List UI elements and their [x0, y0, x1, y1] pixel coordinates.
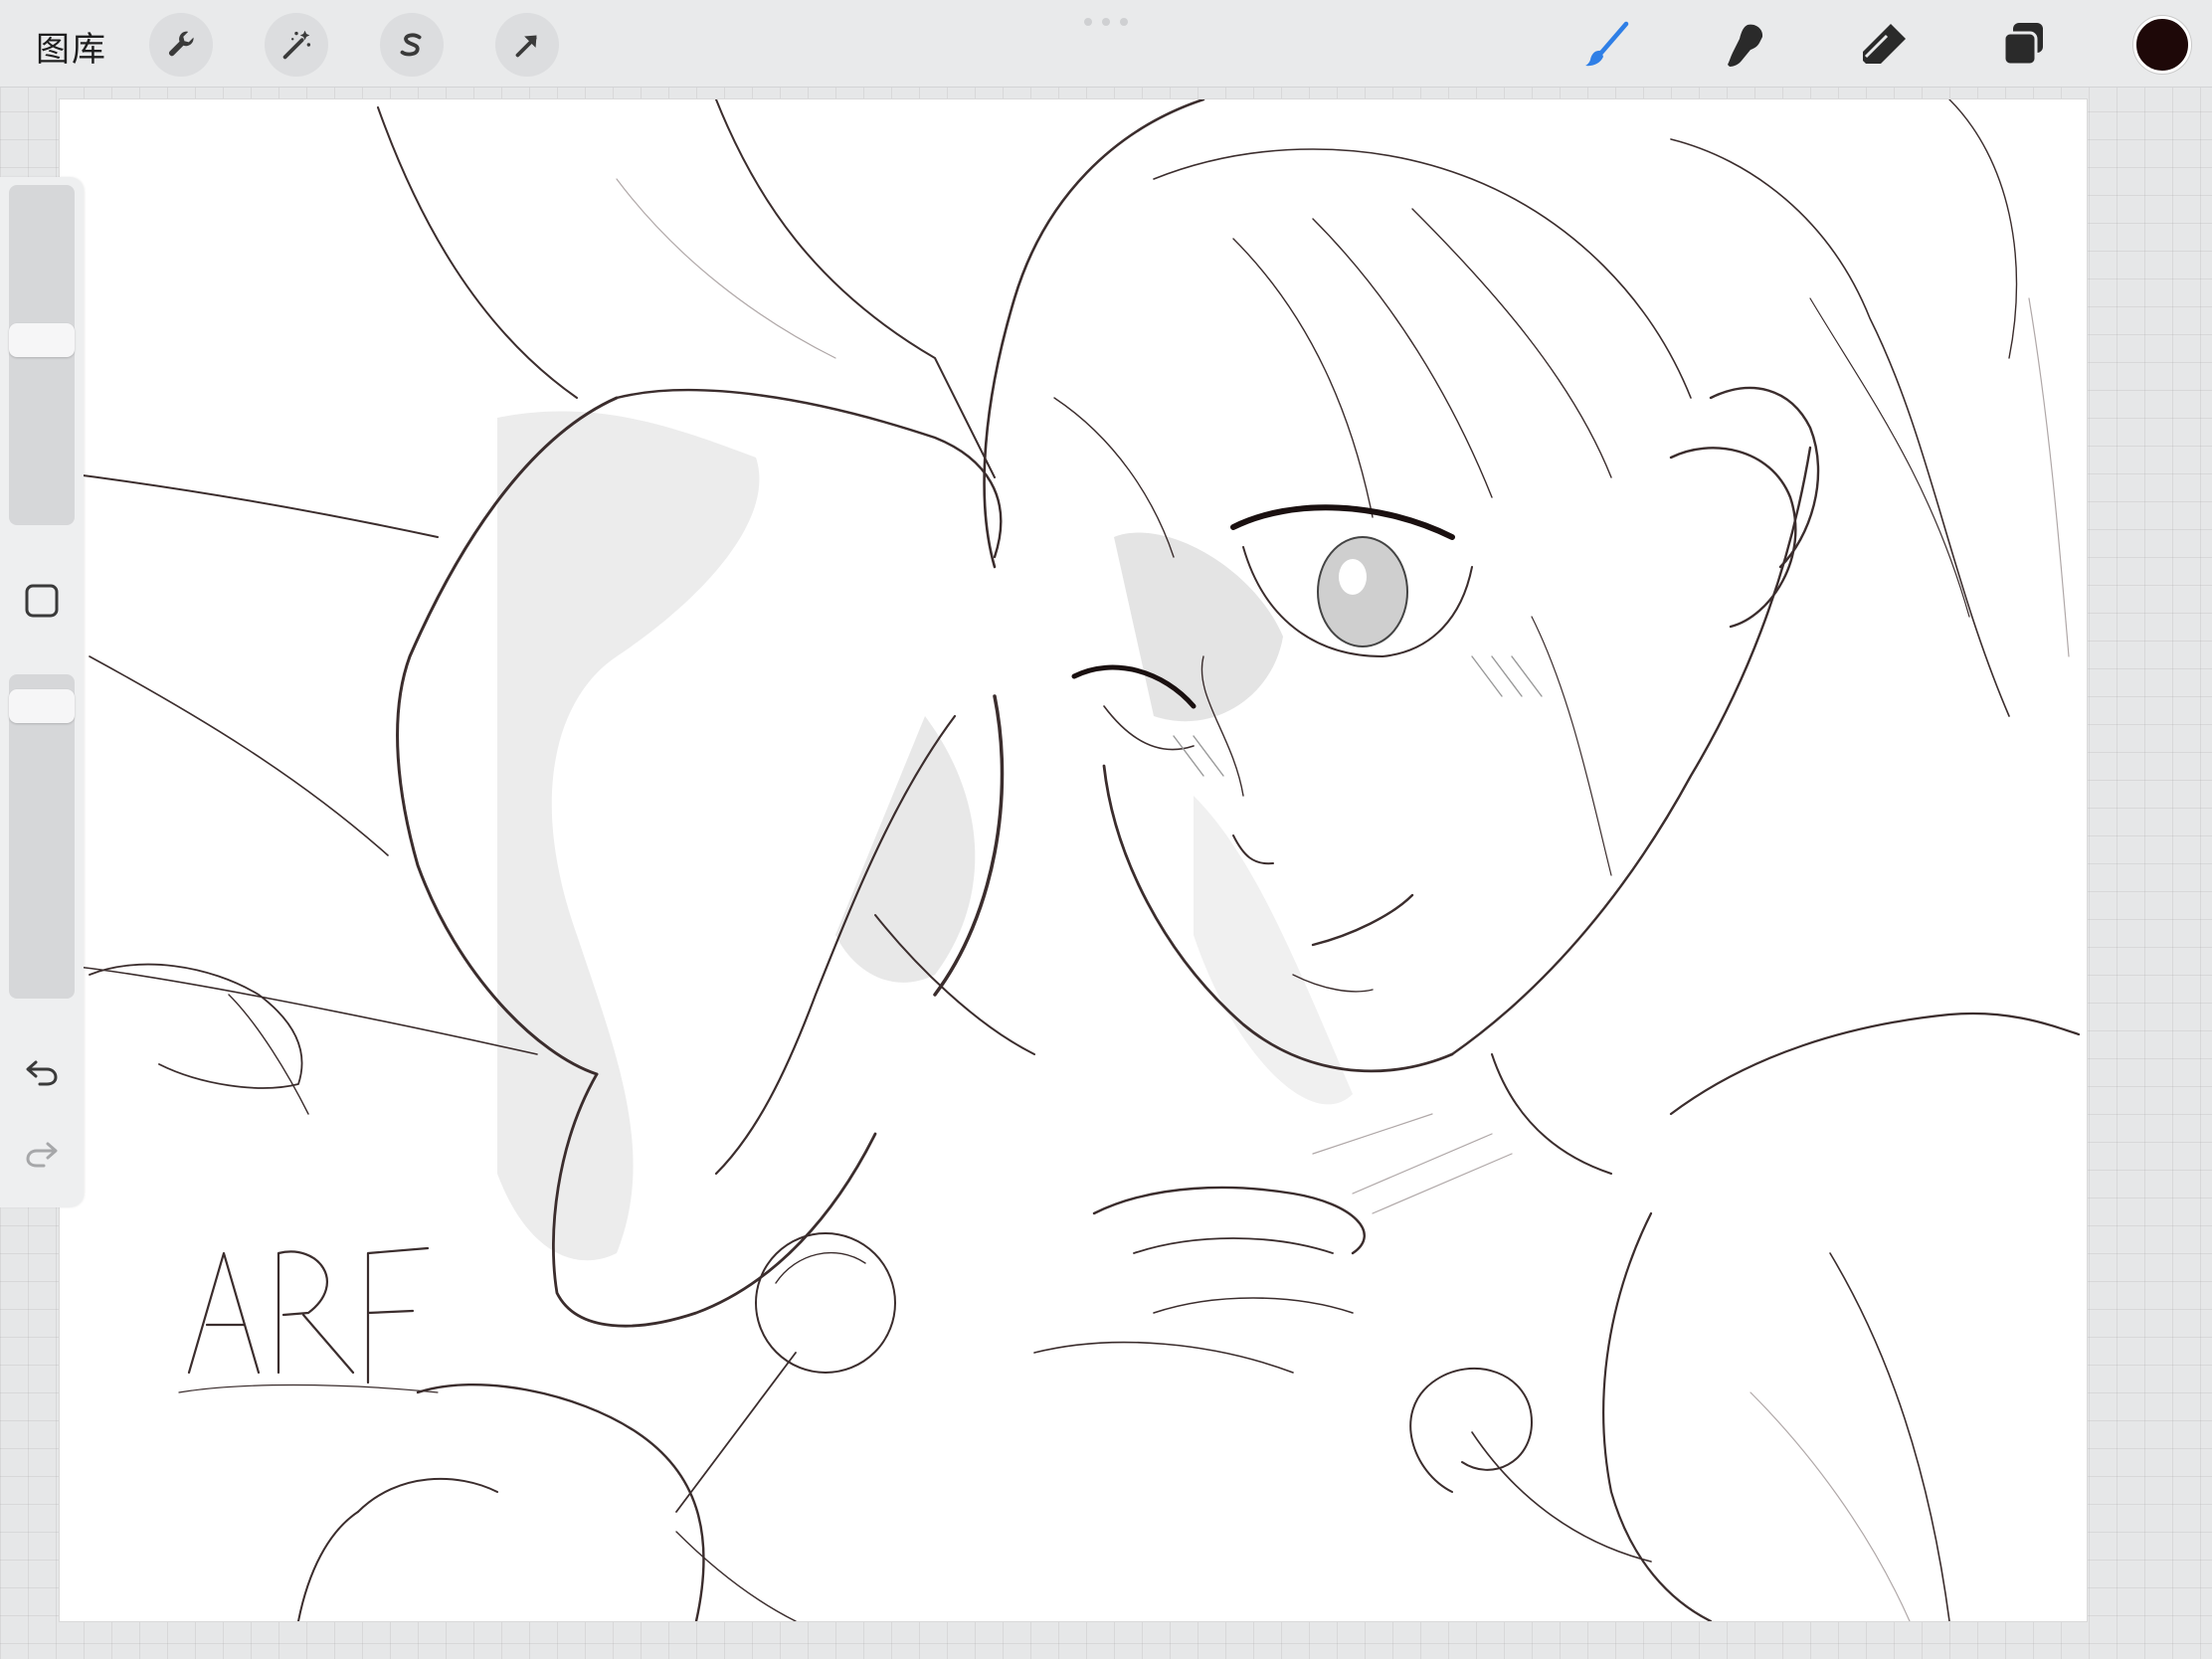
- adjustments-button[interactable]: [265, 13, 328, 77]
- smudge-button[interactable]: [1713, 12, 1778, 78]
- wrench-icon: [169, 31, 194, 57]
- brush-size-thumb[interactable]: [9, 323, 75, 357]
- brush-button[interactable]: [1574, 12, 1640, 78]
- brush-size-slider[interactable]: [9, 185, 75, 525]
- modify-button[interactable]: [20, 579, 64, 623]
- selection-s-icon: [400, 33, 422, 57]
- redo-icon: [26, 1142, 58, 1168]
- transform-button[interactable]: [495, 13, 559, 77]
- brush-opacity-thumb[interactable]: [9, 689, 75, 723]
- magic-wand-icon: [282, 30, 311, 60]
- eraser-icon: [1863, 24, 1906, 64]
- eraser-button[interactable]: [1852, 12, 1918, 78]
- modify-square-icon: [25, 584, 59, 618]
- selection-button[interactable]: [380, 13, 444, 77]
- layers-button[interactable]: [1991, 12, 2057, 78]
- toolbar-drag-handle[interactable]: [1084, 18, 1128, 28]
- brush-opacity-slider[interactable]: [9, 674, 75, 999]
- arrow-cursor-icon: [515, 35, 537, 58]
- drawing-canvas[interactable]: [60, 99, 2087, 1621]
- side-toolbar: [0, 177, 84, 1207]
- layers-icon: [2002, 23, 2043, 67]
- smudge-finger-icon: [1728, 24, 1763, 67]
- undo-icon: [26, 1060, 58, 1086]
- gallery-link[interactable]: 图库: [36, 22, 107, 71]
- top-toolbar: 图库: [0, 0, 2212, 88]
- color-picker[interactable]: [2133, 16, 2191, 74]
- brush-icon: [1585, 21, 1629, 67]
- redo-button[interactable]: [20, 1132, 64, 1176]
- actions-button[interactable]: [149, 13, 213, 77]
- undo-button[interactable]: [20, 1050, 64, 1094]
- sketch-artwork: [60, 99, 2081, 1621]
